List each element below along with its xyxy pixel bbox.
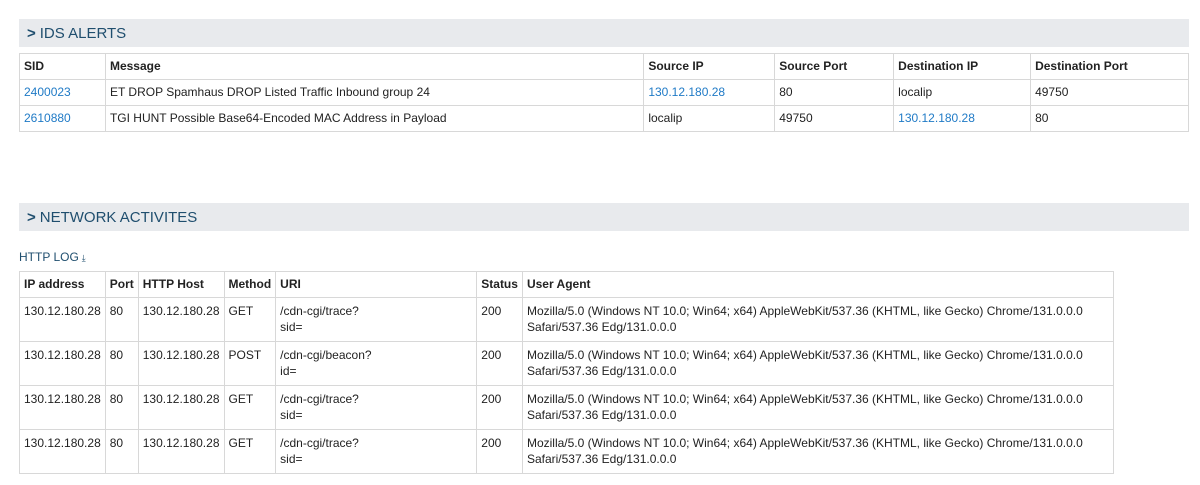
port: 80 [104, 385, 139, 430]
http-host: 130.12.180.28 [137, 429, 225, 474]
ip-address: 130.12.180.28 [19, 429, 106, 474]
ip-address: 130.12.180.28 [19, 341, 106, 386]
http-host: 130.12.180.28 [137, 385, 225, 430]
expand-caret-icon: > [27, 24, 36, 42]
user-agent-line-1: Mozilla/5.0 (Windows NT 10.0; Win64; x64… [526, 304, 1083, 318]
col-user-agent: User Agent [521, 271, 1115, 298]
user-agent-line-1: Mozilla/5.0 (Windows NT 10.0; Win64; x64… [526, 392, 1083, 406]
uri: /cdn-cgi/trace? sid= [275, 297, 478, 342]
user-agent: Mozilla/5.0 (Windows NT 10.0; Win64; x64… [521, 385, 1115, 430]
col-port: Port [104, 271, 139, 298]
http-log-label: HTTP LOG [19, 250, 79, 264]
status: 200 [476, 341, 523, 386]
table-row: 130.12.180.28 80 130.12.180.28 GET /cdn-… [19, 297, 1115, 342]
status: 200 [476, 429, 523, 474]
ids-alerts-header[interactable]: > IDS ALERTS [19, 19, 1189, 47]
expand-caret-icon: > [27, 208, 36, 226]
table-header-row: IP address Port HTTP Host Method URI Sta… [19, 271, 1115, 298]
uri-line-1: /cdn-cgi/trace? [280, 304, 359, 318]
source-port: 49750 [774, 105, 895, 132]
user-agent: Mozilla/5.0 (Windows NT 10.0; Win64; x64… [521, 341, 1115, 386]
user-agent: Mozilla/5.0 (Windows NT 10.0; Win64; x64… [521, 429, 1115, 474]
col-sid: SID [19, 53, 106, 80]
uri: /cdn-cgi/trace? sid= [275, 385, 478, 430]
uri-line-2: id= [280, 364, 297, 378]
user-agent: Mozilla/5.0 (Windows NT 10.0; Win64; x64… [521, 297, 1115, 342]
user-agent-line-2: Safari/537.36 Edg/131.0.0.0 [526, 408, 677, 422]
user-agent-line-1: Mozilla/5.0 (Windows NT 10.0; Win64; x64… [526, 436, 1083, 450]
ids-alerts-title: IDS ALERTS [39, 24, 127, 42]
http-host: 130.12.180.28 [137, 341, 225, 386]
col-destination-ip: Destination IP [893, 53, 1032, 80]
col-message: Message [104, 53, 645, 80]
uri-line-1: /cdn-cgi/trace? [280, 436, 359, 450]
http-host: 130.12.180.28 [137, 297, 225, 342]
method: GET [223, 297, 277, 342]
user-agent-line-1: Mozilla/5.0 (Windows NT 10.0; Win64; x64… [526, 348, 1083, 362]
port: 80 [104, 297, 139, 342]
http-log-table: IP address Port HTTP Host Method URI Sta… [19, 271, 1115, 474]
source-ip-link[interactable]: 130.12.180.28 [648, 85, 725, 99]
alert-message: TGI HUNT Possible Base64-Encoded MAC Add… [104, 105, 645, 132]
status: 200 [476, 385, 523, 430]
uri-line-2: sid= [280, 452, 303, 466]
method: POST [223, 341, 277, 386]
alert-message: ET DROP Spamhaus DROP Listed Traffic Inb… [104, 79, 645, 106]
col-status: Status [476, 271, 523, 298]
table-row: 2610880 TGI HUNT Possible Base64-Encoded… [19, 105, 1189, 132]
source-port: 80 [774, 79, 895, 106]
status: 200 [476, 297, 523, 342]
table-row: 130.12.180.28 80 130.12.180.28 POST /cdn… [19, 341, 1115, 386]
col-destination-port: Destination Port [1030, 53, 1189, 80]
table-header-row: SID Message Source IP Source Port Destin… [19, 53, 1189, 80]
destination-port: 80 [1030, 105, 1189, 132]
http-log-download-link[interactable]: HTTP LOG ⤓ [19, 250, 86, 264]
uri-line-1: /cdn-cgi/beacon? [280, 348, 372, 362]
table-row: 130.12.180.28 80 130.12.180.28 GET /cdn-… [19, 429, 1115, 474]
destination-port: 49750 [1030, 79, 1189, 106]
uri-line-2: sid= [280, 408, 303, 422]
download-icon: ⤓ [81, 253, 86, 263]
ip-address: 130.12.180.28 [19, 385, 106, 430]
col-source-port: Source Port [774, 53, 895, 80]
sid-link[interactable]: 2610880 [24, 111, 71, 125]
table-row: 2400023 ET DROP Spamhaus DROP Listed Tra… [19, 79, 1189, 106]
col-uri: URI [275, 271, 478, 298]
col-method: Method [223, 271, 277, 298]
ip-address: 130.12.180.28 [19, 297, 106, 342]
port: 80 [104, 429, 139, 474]
uri: /cdn-cgi/trace? sid= [275, 429, 478, 474]
col-ip-address: IP address [19, 271, 106, 298]
col-source-ip: Source IP [643, 53, 776, 80]
method: GET [223, 385, 277, 430]
ids-alerts-table: SID Message Source IP Source Port Destin… [19, 53, 1189, 132]
port: 80 [104, 341, 139, 386]
network-activities-header[interactable]: > NETWORK ACTIVITES [19, 203, 1189, 231]
sid-link[interactable]: 2400023 [24, 85, 71, 99]
user-agent-line-2: Safari/537.36 Edg/131.0.0.0 [526, 364, 677, 378]
uri: /cdn-cgi/beacon? id= [275, 341, 478, 386]
destination-ip-link[interactable]: 130.12.180.28 [898, 111, 975, 125]
network-activities-title: NETWORK ACTIVITES [39, 208, 198, 226]
source-ip: localip [643, 105, 776, 132]
table-row: 130.12.180.28 80 130.12.180.28 GET /cdn-… [19, 385, 1115, 430]
user-agent-line-2: Safari/537.36 Edg/131.0.0.0 [526, 452, 677, 466]
destination-ip: localip [893, 79, 1032, 106]
user-agent-line-2: Safari/537.36 Edg/131.0.0.0 [526, 320, 677, 334]
uri-line-2: sid= [280, 320, 303, 334]
col-http-host: HTTP Host [137, 271, 225, 298]
method: GET [223, 429, 277, 474]
uri-line-1: /cdn-cgi/trace? [280, 392, 359, 406]
